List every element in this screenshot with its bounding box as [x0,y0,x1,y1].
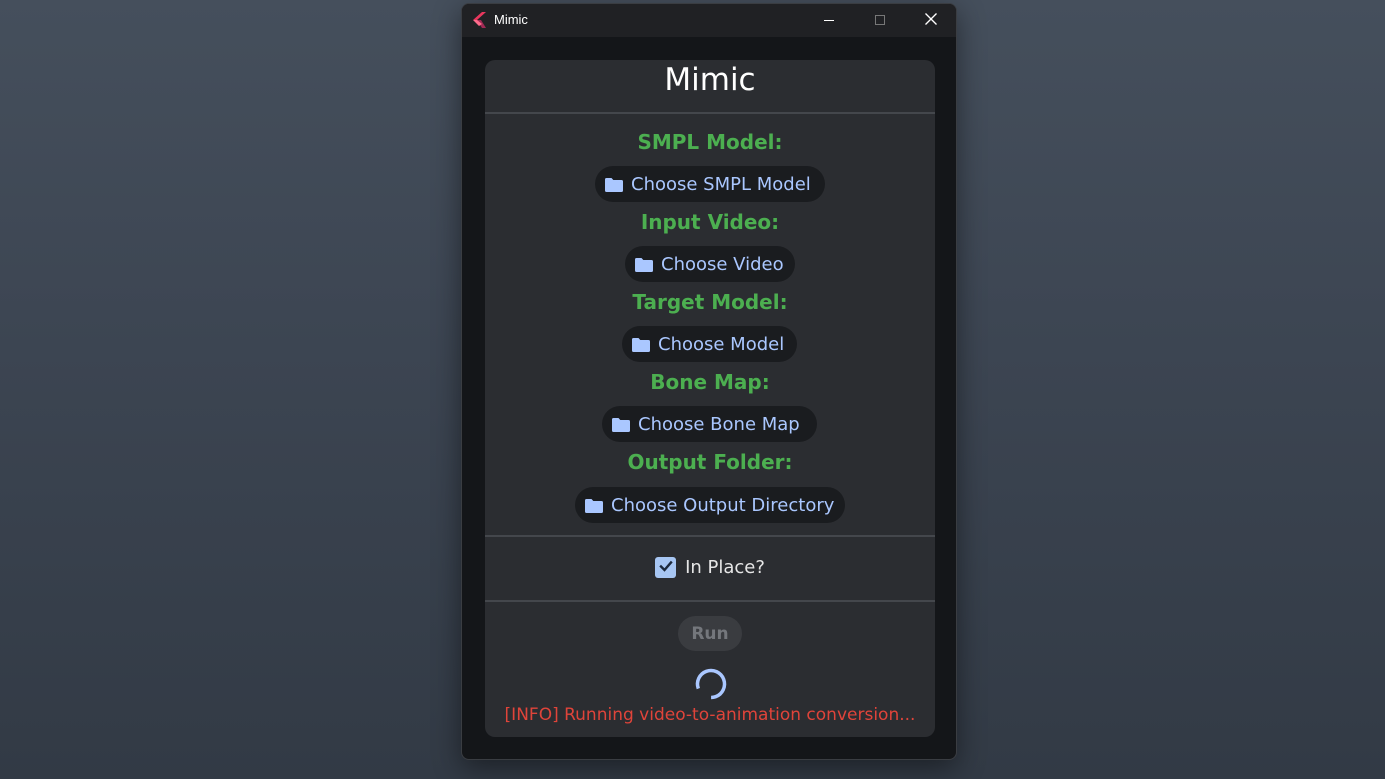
minimize-icon [823,11,835,30]
close-icon [924,11,938,30]
folder-icon [632,337,650,352]
folder-icon [635,257,653,272]
in-place-row: In Place? [485,557,935,578]
choose-video-button[interactable]: Choose Video [625,246,795,282]
choose-smpl-model-label: Choose SMPL Model [631,173,811,195]
folder-icon [612,417,630,432]
divider [485,535,935,537]
choose-output-directory-label: Choose Output Directory [611,494,835,516]
choose-model-button[interactable]: Choose Model [622,326,797,362]
status-message: [INFO] Running video-to-animation conver… [504,705,916,725]
output-folder-label: Output Folder: [627,450,793,474]
checkmark-icon [658,558,674,578]
bone-map-label: Bone Map: [650,370,770,394]
choose-output-directory-button[interactable]: Choose Output Directory [575,487,845,523]
maximize-button[interactable] [857,4,903,37]
choose-bone-map-label: Choose Bone Map [638,413,800,435]
main-card: Mimic SMPL Model: Choose SMPL Model Inpu… [485,60,935,737]
divider [485,600,935,602]
title-bar[interactable]: Mimic [462,4,956,37]
flutter-logo-icon [473,12,488,28]
window-title: Mimic [494,12,528,27]
minimize-button[interactable] [806,4,852,37]
folder-icon [605,177,623,192]
smpl-model-label: SMPL Model: [637,130,783,154]
close-button[interactable] [908,4,954,37]
maximize-icon [874,11,886,30]
in-place-label[interactable]: In Place? [685,557,765,578]
card-title: Mimic [664,62,756,98]
folder-icon [585,498,603,513]
choose-bone-map-button[interactable]: Choose Bone Map [602,406,817,442]
input-video-label: Input Video: [640,210,780,234]
run-button[interactable]: Run [678,616,742,651]
choose-video-label: Choose Video [661,253,784,275]
choose-smpl-model-button[interactable]: Choose SMPL Model [595,166,825,202]
target-model-label: Target Model: [632,290,788,314]
app-window: Mimic Mimic SMPL Model: Choose SMPL Mode [461,3,957,760]
divider [485,112,935,114]
in-place-checkbox[interactable] [655,557,677,578]
loading-spinner-icon [694,667,728,701]
choose-model-label: Choose Model [658,333,785,355]
